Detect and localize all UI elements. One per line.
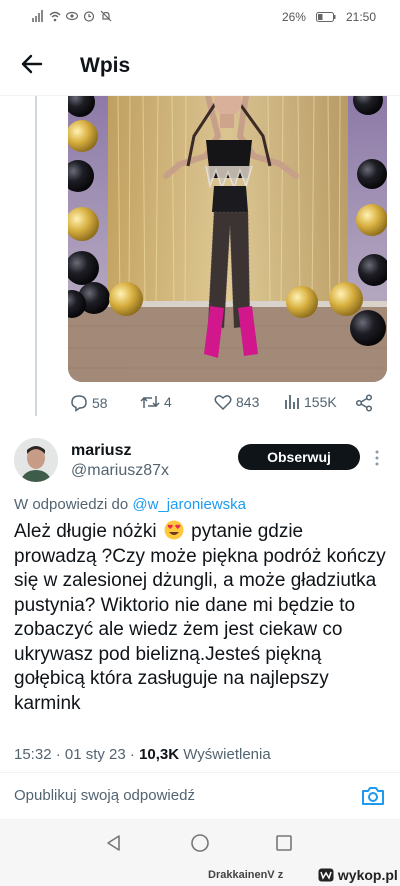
thread-connector-line: [35, 96, 37, 416]
nav-home-button[interactable]: [190, 833, 210, 853]
reply-compose-bar[interactable]: Opublikuj swoją odpowiedź: [0, 772, 400, 820]
share-action[interactable]: [355, 394, 373, 412]
views-count: 155K: [304, 394, 337, 410]
reply-text: Ależ długie nóżki pytanie gdzie prowadzą…: [14, 520, 386, 716]
comment-icon: [71, 395, 87, 412]
battery-icon: [315, 12, 336, 22]
battery-percent: 26%: [281, 10, 306, 24]
system-nav-bar: [0, 820, 400, 866]
signal-icon: [32, 10, 43, 22]
watermark: DrakkainenV z wykop.pl: [0, 866, 400, 886]
reply-to-line: W odpowiedzi do @w_jaroniewska: [14, 496, 246, 513]
alarm-icon: [83, 11, 95, 22]
author-name[interactable]: mariusz: [71, 442, 131, 460]
reply-input[interactable]: Opublikuj swoją odpowiedź: [14, 787, 195, 804]
wykop-logo-icon: [318, 868, 334, 882]
retweet-count: 4: [164, 394, 172, 410]
like-count: 843: [236, 394, 260, 410]
reply-to-mention[interactable]: @w_jaroniewska: [132, 496, 246, 513]
reply-count: 58: [92, 395, 108, 411]
watermark-logo: wykop.pl: [318, 867, 398, 883]
back-button[interactable]: [18, 50, 46, 78]
status-icons-left: [32, 10, 112, 22]
triangle-back-icon: [107, 835, 120, 851]
avatar-image: [14, 438, 58, 482]
eye-icon: [66, 11, 78, 21]
arrow-left-icon: [21, 54, 43, 74]
views-action[interactable]: 155K: [284, 394, 337, 410]
tweet-media-image[interactable]: [68, 96, 387, 382]
heart-icon: [214, 395, 232, 410]
status-bar: 26% 21:50: [0, 0, 400, 34]
reply-text-start: Ależ długie nóżki: [14, 521, 157, 542]
watermark-user: DrakkainenV z: [208, 869, 284, 881]
like-action[interactable]: 843: [214, 394, 259, 410]
analytics-icon: [285, 395, 299, 409]
wifi-icon: [49, 11, 61, 22]
views-number: 10,3K: [139, 746, 180, 763]
mute-bell-icon: [100, 10, 112, 22]
app-header: Wpis: [0, 34, 400, 96]
views-label: Wyświetlenia: [183, 746, 271, 763]
timestamp: 15:32 · 01 sty 23 ·: [14, 746, 140, 763]
nav-back-button[interactable]: [104, 833, 124, 853]
reply-to-prefix: W odpowiedzi do: [14, 496, 129, 513]
camera-button[interactable]: [360, 784, 386, 808]
nav-recents-button[interactable]: [274, 833, 294, 853]
reply-action[interactable]: 58: [70, 394, 108, 412]
status-icons-right: 26% 21:50: [282, 10, 376, 24]
tweet-meta: 15:32 · 01 sty 23 · 10,3K Wyświetlenia: [14, 746, 271, 763]
square-recents-icon: [276, 835, 292, 851]
retweet-action[interactable]: 4: [140, 394, 172, 410]
follow-button[interactable]: Obserwuj: [238, 444, 360, 470]
avatar[interactable]: [14, 438, 58, 482]
tweet-action-bar: 58 4 843 155K: [68, 394, 388, 416]
reply-text-rest: pytanie gdzie prowadzą ?Czy może piękna …: [14, 521, 386, 714]
page-title: Wpis: [80, 54, 131, 77]
author-handle[interactable]: @mariusz87x: [71, 462, 169, 480]
photo-illustration: [68, 96, 387, 382]
camera-icon: [362, 787, 384, 805]
more-options-button[interactable]: [372, 448, 382, 468]
heart-eyes-emoji-icon: [164, 520, 184, 540]
more-vertical-icon: [375, 450, 379, 466]
retweet-icon: [140, 396, 160, 408]
reply-author-row: mariusz @mariusz87x Obserwuj: [0, 436, 400, 492]
clock: 21:50: [345, 10, 376, 24]
watermark-site: wykop.pl: [337, 867, 398, 883]
share-icon: [355, 394, 373, 412]
circle-home-icon: [191, 834, 209, 852]
